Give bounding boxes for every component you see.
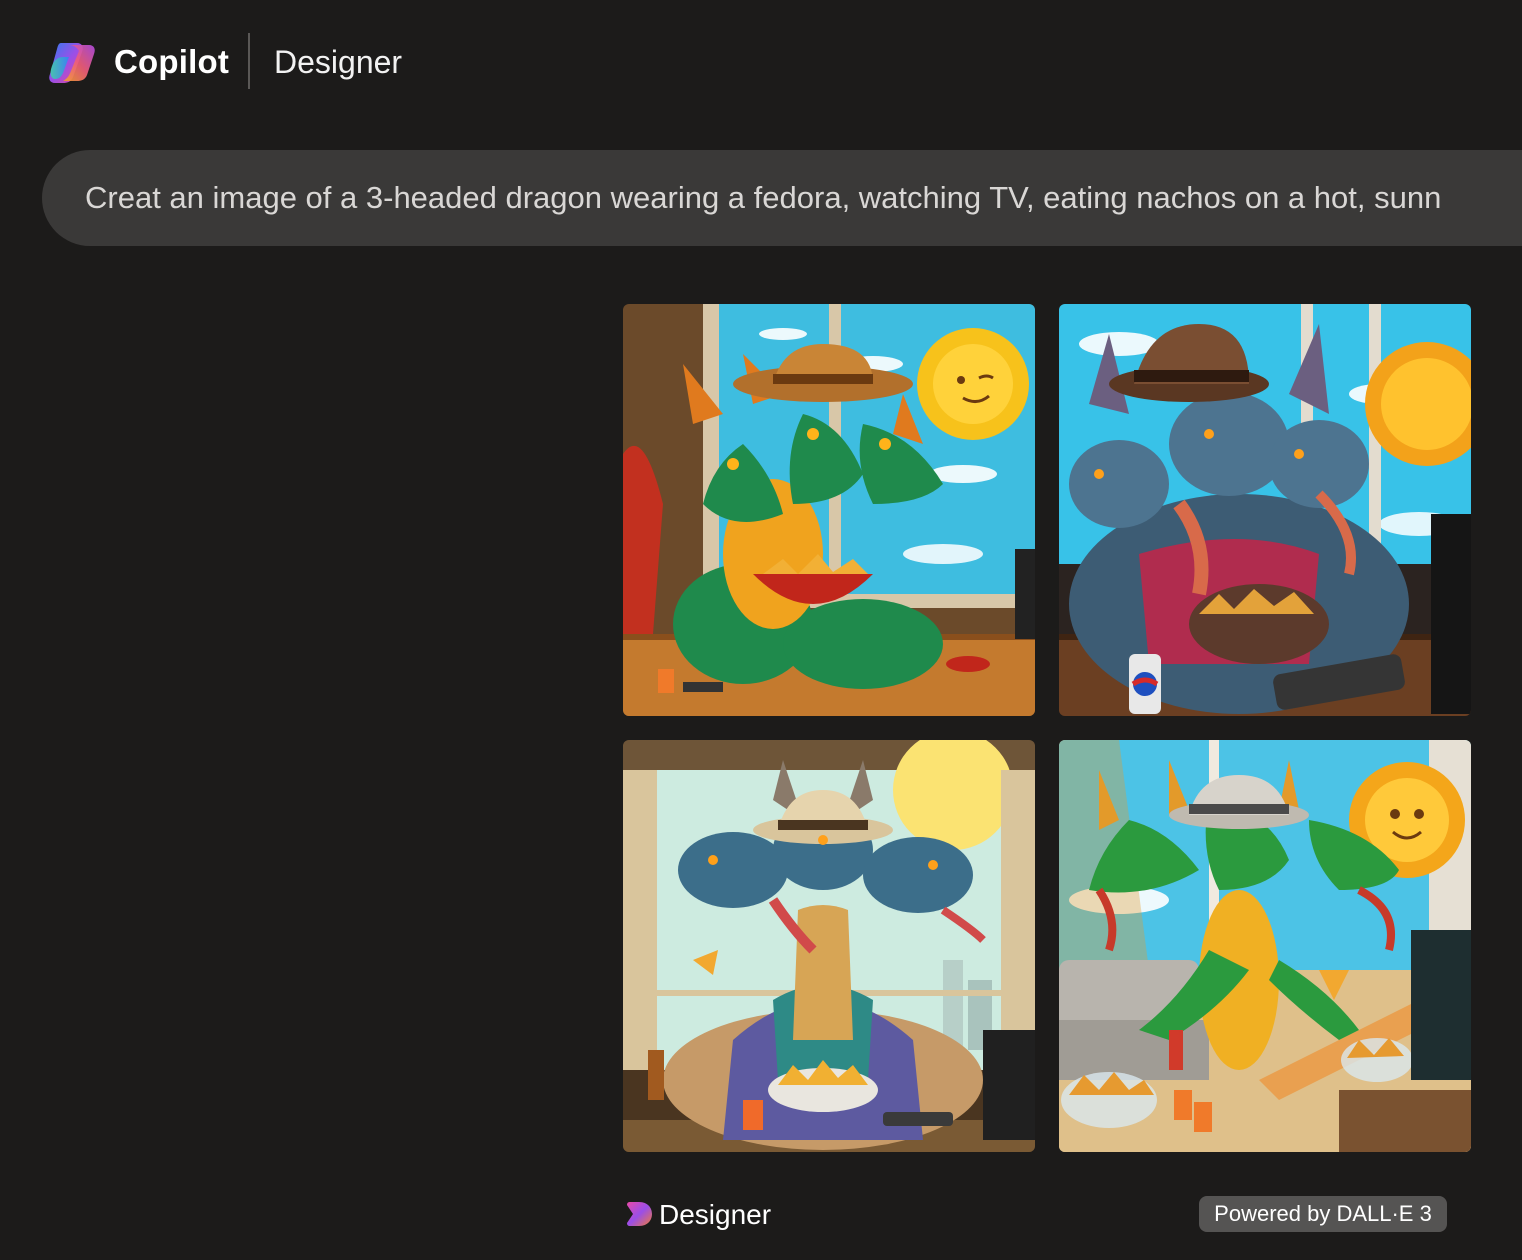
generated-image-1[interactable]	[623, 304, 1035, 716]
copilot-brand[interactable]: Copilot	[114, 40, 229, 84]
generated-image-3[interactable]	[623, 740, 1035, 1152]
designer-logo-icon	[627, 1202, 652, 1226]
header-divider	[248, 33, 250, 89]
image-footer: Designer Powered by DALL·E 3	[623, 1190, 1471, 1240]
page-title: Designer	[274, 44, 403, 80]
image-grid	[623, 304, 1471, 1152]
powered-by-badge: Powered by DALL·E 3	[1199, 1196, 1447, 1232]
header: Copilot Designer	[0, 0, 1522, 124]
generated-image-4[interactable]	[1059, 740, 1471, 1152]
designer-label[interactable]: Designer	[659, 1198, 771, 1232]
prompt-text: Creat an image of a 3-headed dragon wear…	[85, 180, 1442, 215]
prompt-bubble: Creat an image of a 3-headed dragon wear…	[42, 150, 1522, 246]
generated-image-2[interactable]	[1059, 304, 1471, 716]
copilot-logo-icon[interactable]	[47, 39, 97, 85]
app: Copilot Designer Creat an image of a 3-h…	[0, 0, 1522, 1260]
